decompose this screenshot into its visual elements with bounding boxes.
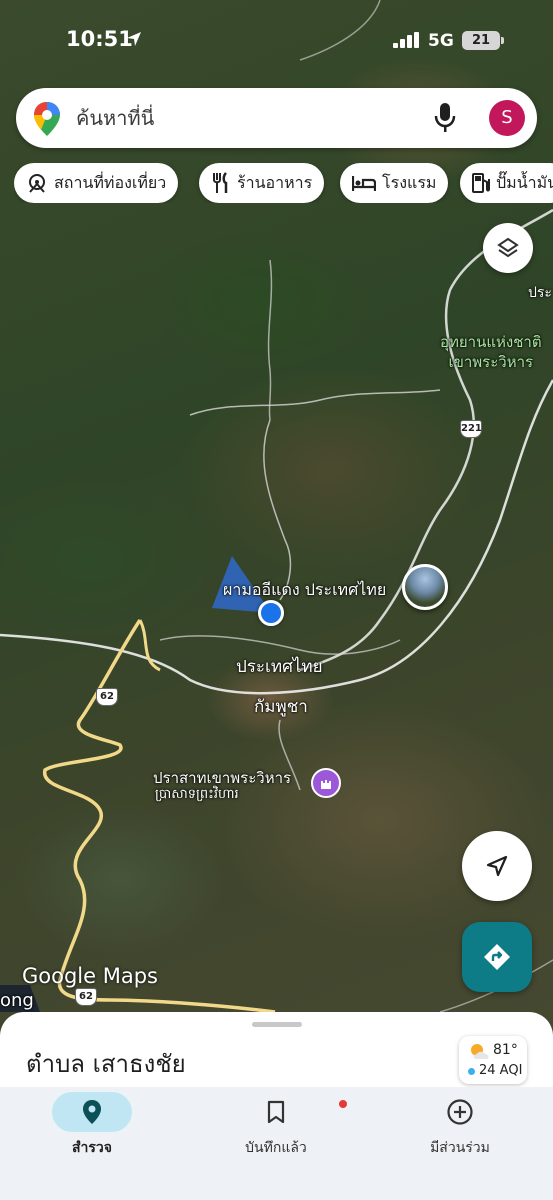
cliff-label[interactable]: ผามออีแดง ประเทศไทย xyxy=(223,578,386,603)
tab-explore[interactable]: สำรวจ xyxy=(0,1087,184,1200)
tab-explore-label: สำรวจ xyxy=(72,1140,112,1156)
place-name: ตำบล เสาธงชัย xyxy=(26,1050,186,1078)
bookmark-icon xyxy=(267,1100,285,1124)
directions-icon xyxy=(484,944,510,970)
location-arrow-icon xyxy=(127,32,141,46)
route-shield-62: 62 xyxy=(96,688,118,706)
category-chips: สถานที่ท่องเที่ยว ร้านอาหาร โรงแรม ปั๊มน… xyxy=(14,163,553,203)
chip-hotels[interactable]: โรงแรม xyxy=(340,163,449,203)
weather-widget[interactable]: 81° 24 AQI xyxy=(459,1036,527,1084)
battery-icon: 21 xyxy=(462,31,500,50)
search-bar[interactable]: S xyxy=(16,88,537,148)
status-bar: 10:51 5G 21 xyxy=(0,0,553,80)
park-label[interactable]: อุทยานแห่งชาติ เขาพระวิหาร xyxy=(440,332,542,372)
park-label-line1: อุทยานแห่งชาติ xyxy=(440,333,542,351)
country-label-cambodia: กัมพูชา xyxy=(254,697,308,717)
chip-label: สถานที่ท่องเที่ยว xyxy=(54,172,167,192)
chip-label: ร้านอาหาร xyxy=(237,172,313,192)
chip-gas-stations[interactable]: ปั๊มน้ำมัน xyxy=(460,163,553,203)
current-location-dot xyxy=(258,600,284,626)
place-label-partial: ong xyxy=(0,990,34,1011)
battery-cap xyxy=(501,37,504,44)
directions-button[interactable] xyxy=(462,922,532,992)
weather-temperature: 81° xyxy=(493,1042,518,1058)
chip-label: ปั๊มน้ำมัน xyxy=(496,172,553,192)
park-label-line2: เขาพระวิหาร xyxy=(448,353,534,371)
microphone-icon[interactable] xyxy=(434,102,456,134)
bottom-tab-bar: สำรวจ บันทึกแล้ว มีส่วนร่วม xyxy=(0,1087,553,1200)
sheet-drag-handle[interactable] xyxy=(252,1022,302,1027)
route-shield-221: 221 xyxy=(460,420,482,438)
google-maps-watermark: Google Maps xyxy=(22,964,158,988)
road-name-partial: ประ xyxy=(528,285,552,301)
restaurant-icon xyxy=(213,172,228,193)
layers-button[interactable] xyxy=(483,223,533,273)
tab-contribute[interactable]: มีส่วนร่วม xyxy=(368,1087,552,1200)
chip-attractions[interactable]: สถานที่ท่องเที่ยว xyxy=(14,163,179,203)
status-time: 10:51 xyxy=(66,27,133,51)
country-label-thailand: ประเทศไทย xyxy=(236,657,323,677)
tab-explore-pill xyxy=(52,1092,132,1132)
photo-pin[interactable] xyxy=(402,564,448,610)
tab-saved-label: บันทึกแล้ว xyxy=(245,1140,307,1156)
gas-station-icon xyxy=(472,173,490,193)
aqi-indicator xyxy=(468,1068,475,1075)
tab-saved-pill xyxy=(236,1092,347,1132)
hotel-icon xyxy=(352,176,376,191)
route-shield-62-bottom: 62 xyxy=(75,988,97,1006)
tab-saved[interactable]: บันทึกแล้ว xyxy=(184,1087,368,1200)
signal-icon xyxy=(393,32,419,48)
tab-contribute-label: มีส่วนร่วม xyxy=(430,1140,490,1156)
layers-icon xyxy=(497,237,519,258)
search-input[interactable] xyxy=(76,100,426,136)
notification-badge xyxy=(339,1100,347,1108)
partly-cloudy-icon xyxy=(471,1044,489,1059)
navigation-arrow-icon xyxy=(486,855,508,877)
my-location-button[interactable] xyxy=(462,831,532,901)
chip-label: โรงแรม xyxy=(382,172,437,192)
castle-icon xyxy=(321,780,331,789)
chip-restaurants[interactable]: ร้านอาหาร xyxy=(199,163,325,203)
weather-aqi: 24 AQI xyxy=(479,1063,523,1078)
temple-label-khmer: ប្រាសាទព្រះវិហារ xyxy=(155,787,239,802)
tab-contribute-pill xyxy=(420,1092,500,1132)
explore-pin-icon xyxy=(83,1100,101,1124)
maps-pin-logo-icon xyxy=(34,102,60,136)
attractions-icon xyxy=(29,174,45,193)
temple-pin[interactable] xyxy=(311,768,341,798)
network-type: 5G xyxy=(428,31,454,51)
account-avatar[interactable]: S xyxy=(489,100,525,136)
plus-circle-icon xyxy=(447,1099,473,1125)
